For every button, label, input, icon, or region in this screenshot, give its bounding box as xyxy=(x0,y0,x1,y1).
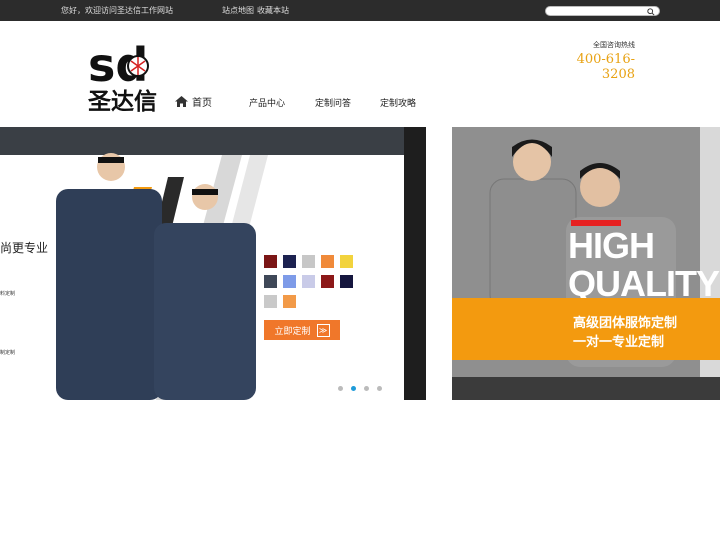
sitemap-link[interactable]: 站点地图 xyxy=(222,5,254,16)
banner-slide-side[interactable]: HIGH QUALITY 高级团体服饰定制 一对一专业定制 xyxy=(452,127,720,400)
color-swatches xyxy=(264,255,353,308)
logo-name: 圣达信 xyxy=(88,88,157,113)
hq-line-1: HIGH xyxy=(568,225,655,266)
hotline-number: 400-616-3208 xyxy=(576,52,635,82)
side-slogan-line-1: 高级团体服饰定制 xyxy=(573,316,678,331)
banner-carousel: 尚更专业 料定制 制定制 立即定制 ≫ HIGH QUALITY 高级团体服饰定… xyxy=(0,127,720,400)
nav-custom-guide[interactable]: 定制攻略 xyxy=(380,96,416,109)
site-logo[interactable]: sd 圣达信 xyxy=(88,37,163,113)
custom-now-label: 立即定制 xyxy=(274,326,311,337)
color-swatch xyxy=(340,275,353,288)
search-icon[interactable] xyxy=(647,8,655,16)
top-links: 站点地图 收藏本站 xyxy=(222,5,289,16)
home-icon xyxy=(175,96,188,107)
banner-slide-main[interactable]: 尚更专业 料定制 制定制 立即定制 ≫ xyxy=(0,127,426,400)
search-box[interactable] xyxy=(545,6,660,16)
hotline-label: 全国咨询热线 xyxy=(593,41,635,49)
welcome-text: 您好，欢迎访问圣达信工作网站 xyxy=(61,6,173,15)
color-swatch xyxy=(302,275,315,288)
carousel-dot[interactable] xyxy=(351,386,356,391)
top-bar: 您好，欢迎访问圣达信工作网站 站点地图 收藏本站 xyxy=(0,0,720,21)
carousel-dot[interactable] xyxy=(338,386,343,391)
banner-note-1: 料定制 xyxy=(0,291,16,297)
color-swatch xyxy=(321,255,334,268)
side-slogan: 高级团体服饰定制 一对一专业定制 xyxy=(573,314,677,352)
color-swatch xyxy=(283,255,296,268)
hq-heading: HIGH QUALITY xyxy=(568,225,720,303)
color-swatch xyxy=(283,295,296,308)
color-swatch xyxy=(264,295,277,308)
color-swatch xyxy=(340,255,353,268)
carousel-dot[interactable] xyxy=(377,386,382,391)
side-slogan-line-2: 一对一专业定制 xyxy=(573,335,665,350)
double-arrow-icon: ≫ xyxy=(316,323,330,337)
nav-custom-qa[interactable]: 定制问答 xyxy=(315,96,351,109)
carousel-dots xyxy=(338,386,382,391)
color-swatch xyxy=(302,255,315,268)
color-swatch xyxy=(264,275,277,288)
color-swatch xyxy=(321,275,334,288)
banner-slogan: 尚更专业 xyxy=(0,241,49,255)
workwear-banner-image xyxy=(0,127,426,400)
nav-home[interactable]: 首页 xyxy=(175,94,212,109)
banner-note-2: 制定制 xyxy=(0,350,16,356)
bookmark-link[interactable]: 收藏本站 xyxy=(257,5,289,16)
nav-products[interactable]: 产品中心 xyxy=(249,96,285,109)
color-swatch xyxy=(283,275,296,288)
custom-now-button[interactable]: 立即定制 ≫ xyxy=(264,320,340,340)
hotline: 全国咨询热线 400-616-3208 xyxy=(555,40,635,82)
carousel-dot[interactable] xyxy=(364,386,369,391)
color-swatch xyxy=(264,255,277,268)
nav-home-label: 首页 xyxy=(192,98,212,109)
search-input[interactable] xyxy=(552,7,644,15)
